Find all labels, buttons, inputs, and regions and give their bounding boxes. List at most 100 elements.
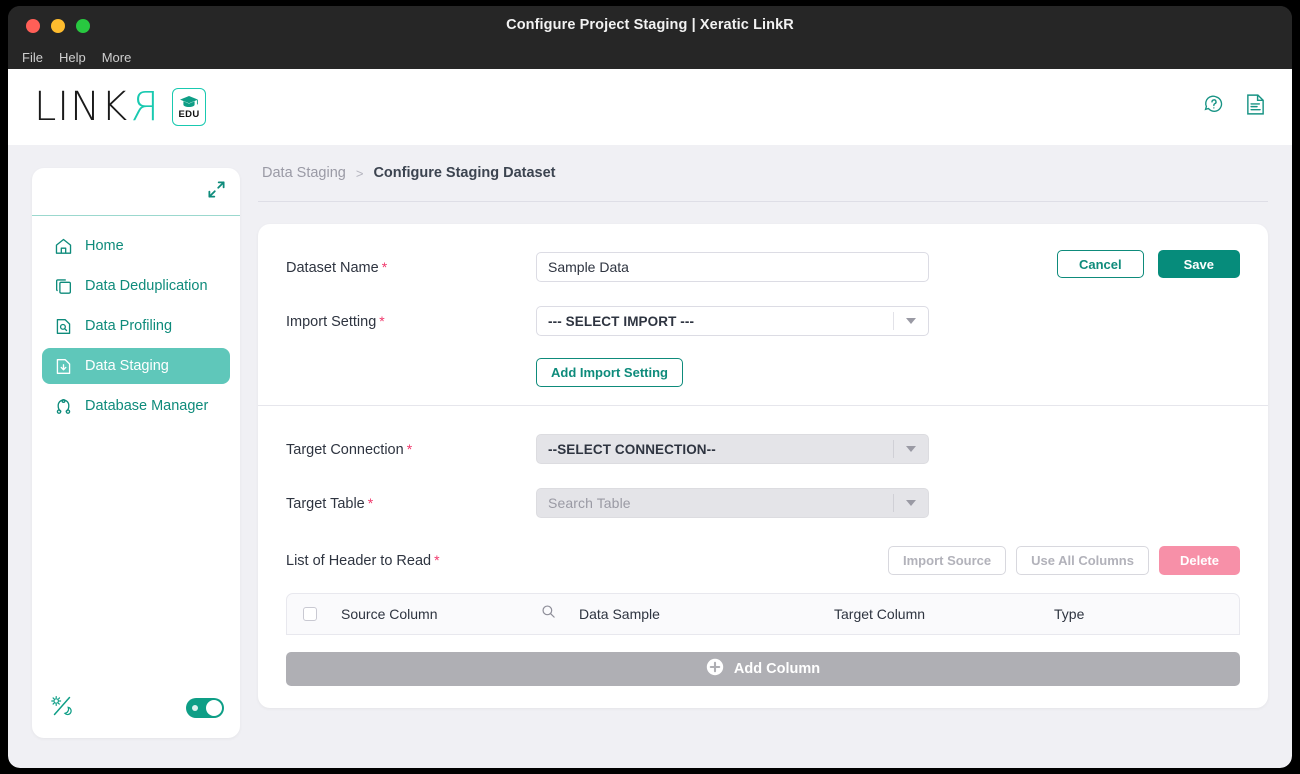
sidebar-item-home[interactable]: Home bbox=[42, 228, 230, 264]
column-header-data-sample: Data Sample bbox=[579, 606, 660, 622]
copy-icon bbox=[54, 277, 73, 296]
add-import-setting-row: Add Import Setting bbox=[286, 358, 1240, 387]
label-text: Dataset Name bbox=[286, 259, 379, 276]
add-column-button[interactable]: Add Column bbox=[286, 652, 1240, 686]
target-connection-value: --SELECT CONNECTION-- bbox=[548, 441, 716, 457]
section-divider bbox=[258, 405, 1268, 406]
database-icon bbox=[54, 397, 73, 416]
breadcrumb-parent[interactable]: Data Staging bbox=[262, 165, 346, 181]
columns-table-header: Source Column Data Sample Target Column bbox=[286, 593, 1240, 635]
chevron-down-icon bbox=[894, 318, 928, 324]
label-text: Target Table bbox=[286, 495, 365, 512]
theme-sun-moon-icon[interactable] bbox=[50, 695, 74, 722]
report-icon[interactable] bbox=[1245, 93, 1266, 121]
target-connection-row: Target Connection * --SELECT CONNECTION-- bbox=[286, 432, 1240, 466]
import-setting-select[interactable]: --- SELECT IMPORT --- bbox=[536, 306, 929, 336]
add-import-setting-button[interactable]: Add Import Setting bbox=[536, 358, 683, 387]
cancel-button[interactable]: Cancel bbox=[1056, 250, 1144, 278]
dataset-form-block: Cancel Save Dataset Name * Sample Data I… bbox=[286, 250, 1240, 387]
dataset-name-label: Dataset Name * bbox=[286, 259, 536, 276]
menu-file[interactable]: File bbox=[22, 51, 43, 64]
toggle-knob bbox=[206, 700, 222, 716]
help-icon[interactable] bbox=[1203, 94, 1225, 121]
sidebar-item-data-staging[interactable]: Data Staging bbox=[42, 348, 230, 384]
edu-badge-label: EDU bbox=[178, 109, 200, 120]
column-header-target-column: Target Column bbox=[834, 606, 926, 622]
plus-circle-icon bbox=[706, 658, 724, 680]
add-column-label: Add Column bbox=[733, 661, 821, 677]
app-body: Home Data Deduplication Data Profiling D… bbox=[8, 145, 1292, 768]
sidebar-item-label: Database Manager bbox=[85, 398, 209, 414]
required-asterisk: * bbox=[367, 494, 374, 511]
chevron-down-icon bbox=[894, 446, 928, 452]
target-table-value: Search Table bbox=[548, 495, 631, 511]
home-icon bbox=[54, 237, 73, 256]
logo-text-link: LINK bbox=[34, 84, 129, 130]
menu-more[interactable]: More bbox=[102, 51, 132, 64]
search-columns-cell bbox=[541, 604, 579, 624]
sidebar-item-database-manager[interactable]: Database Manager bbox=[42, 388, 230, 424]
delete-button[interactable]: Delete bbox=[1158, 546, 1240, 575]
sidebar-nav: Home Data Deduplication Data Profiling D… bbox=[32, 216, 240, 684]
sidebar-item-label: Home bbox=[85, 238, 124, 254]
headers-action-buttons: Import Source Use All Columns Delete bbox=[888, 546, 1240, 575]
import-setting-row: Import Setting * --- SELECT IMPORT --- bbox=[286, 304, 1240, 338]
brand-logo[interactable]: LINK R EDU bbox=[34, 84, 207, 130]
collapse-icon[interactable] bbox=[207, 180, 226, 204]
sidebar-item-label: Data Profiling bbox=[85, 318, 173, 334]
breadcrumb-separator: > bbox=[355, 165, 364, 181]
required-asterisk: * bbox=[406, 440, 413, 457]
document-arrow-icon bbox=[54, 357, 73, 376]
required-asterisk: * bbox=[434, 552, 440, 568]
edu-badge: EDU bbox=[172, 88, 207, 126]
theme-toggle-switch[interactable] bbox=[186, 698, 224, 718]
sidebar-item-label: Data Staging bbox=[85, 358, 169, 374]
use-all-columns-button[interactable]: Use All Columns bbox=[1016, 546, 1149, 575]
logo-wordmark: LINK R bbox=[34, 84, 160, 130]
import-setting-value: --- SELECT IMPORT --- bbox=[548, 313, 695, 329]
sidebar-footer bbox=[32, 684, 240, 738]
headers-section-label: List of Header to Read * bbox=[286, 552, 440, 569]
label-text: List of Header to Read bbox=[286, 553, 432, 569]
sidebar-item-data-deduplication[interactable]: Data Deduplication bbox=[42, 268, 230, 304]
target-connection-label: Target Connection * bbox=[286, 441, 536, 458]
target-table-row: Target Table * Search Table bbox=[286, 486, 1240, 520]
logo-text-r: R bbox=[130, 84, 160, 130]
label-spacer bbox=[286, 358, 536, 387]
content-area: Data Staging > Configure Staging Dataset… bbox=[240, 145, 1292, 768]
target-table-field: Search Table bbox=[536, 488, 929, 518]
window-titlebar: Configure Project Staging | Xeratic Link… bbox=[8, 6, 1292, 46]
breadcrumb: Data Staging > Configure Staging Dataset bbox=[258, 145, 1268, 201]
target-table-label: Target Table * bbox=[286, 495, 536, 512]
dataset-name-input[interactable] bbox=[536, 252, 929, 282]
select-all-checkbox-cell bbox=[303, 607, 341, 621]
headers-section-row: List of Header to Read * Import Source Us… bbox=[286, 546, 1240, 575]
breadcrumb-divider bbox=[258, 201, 1268, 202]
save-button[interactable]: Save bbox=[1157, 250, 1240, 278]
sidebar-header bbox=[32, 168, 240, 216]
target-table-select[interactable]: Search Table bbox=[536, 488, 929, 518]
sidebar-item-data-profiling[interactable]: Data Profiling bbox=[42, 308, 230, 344]
import-source-button[interactable]: Import Source bbox=[888, 546, 1007, 575]
window-title: Configure Project Staging | Xeratic Link… bbox=[506, 17, 794, 33]
graduation-cap-icon bbox=[180, 96, 199, 107]
target-connection-field: --SELECT CONNECTION-- bbox=[536, 434, 929, 464]
document-search-icon bbox=[54, 317, 73, 336]
app-header: LINK R EDU bbox=[8, 69, 1292, 145]
os-window: Configure Project Staging | Xeratic Link… bbox=[8, 6, 1292, 768]
search-icon[interactable] bbox=[541, 604, 556, 624]
menu-help[interactable]: Help bbox=[59, 51, 86, 64]
required-asterisk: * bbox=[381, 258, 388, 275]
label-text: Target Connection bbox=[286, 441, 404, 458]
chevron-down-icon bbox=[894, 500, 928, 506]
breadcrumb-current: Configure Staging Dataset bbox=[373, 165, 556, 181]
menu-bar: File Help More bbox=[8, 46, 1292, 69]
configure-dataset-card: Cancel Save Dataset Name * Sample Data I… bbox=[258, 224, 1268, 708]
header-actions bbox=[1203, 93, 1266, 121]
import-setting-field: --- SELECT IMPORT --- bbox=[536, 306, 929, 336]
application-viewport: LINK R EDU Home Data Deduplication Data … bbox=[8, 69, 1292, 768]
target-connection-select[interactable]: --SELECT CONNECTION-- bbox=[536, 434, 929, 464]
sidebar: Home Data Deduplication Data Profiling D… bbox=[32, 168, 240, 738]
select-all-checkbox[interactable] bbox=[303, 607, 317, 621]
toggle-sun-icon bbox=[192, 705, 198, 711]
